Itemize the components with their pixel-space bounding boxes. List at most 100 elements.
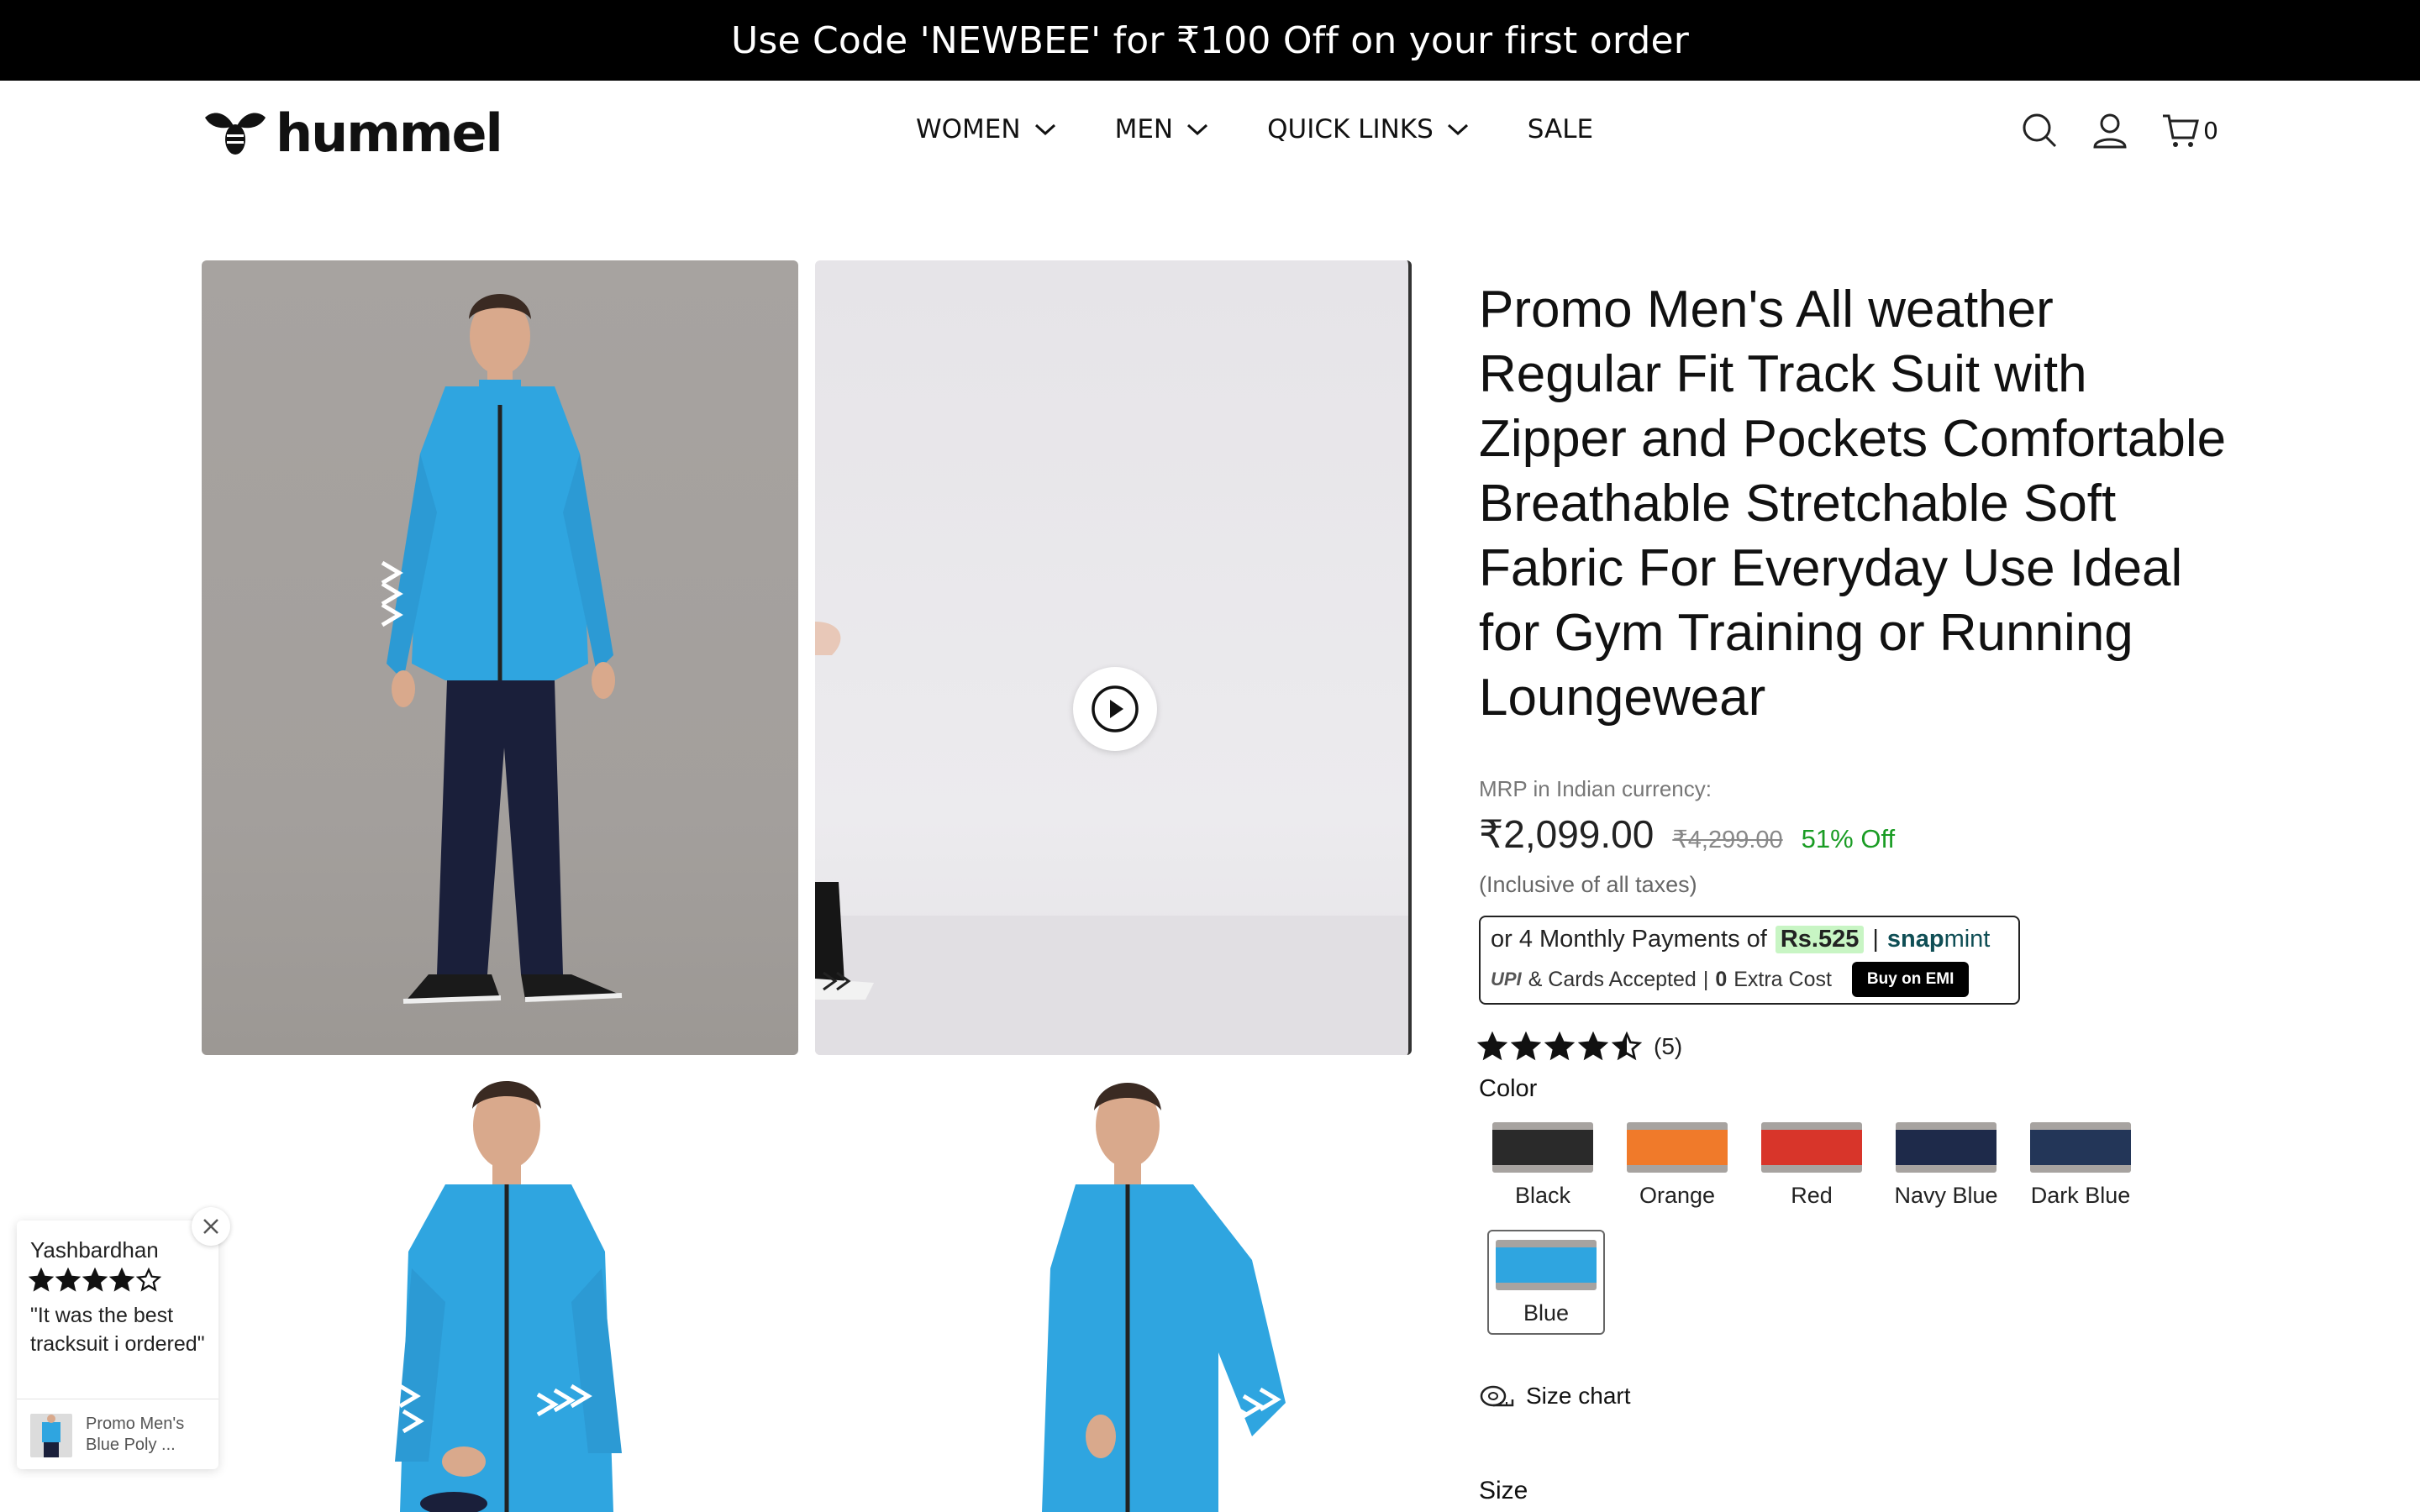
review-stars	[29, 1268, 161, 1293]
color-swatch-label: Navy Blue	[1894, 1183, 1998, 1208]
snapmint-logo-light: mint	[1944, 926, 1991, 953]
emi-amount: Rs.525	[1775, 926, 1865, 953]
emi-row-payments: or 4 Monthly Payments of Rs.525 | snapmi…	[1491, 926, 2008, 953]
price-row: ₹2,099.00 ₹4,299.00 51% Off	[1479, 811, 1895, 857]
snapmint-logo-bold: snap	[1886, 926, 1944, 953]
upi-logo: UPI	[1491, 969, 1522, 990]
size-chart-link[interactable]: Size chart	[1479, 1381, 1631, 1411]
emi-widget[interactable]: or 4 Monthly Payments of Rs.525 | snapmi…	[1479, 916, 2020, 1005]
star-icon	[1511, 1032, 1541, 1061]
size-label: Size	[1479, 1477, 1528, 1504]
color-swatch-navy-blue[interactable]: Navy Blue	[1887, 1122, 2005, 1209]
product-image-front[interactable]	[202, 260, 798, 1055]
product-title: Promo Men's All weather Regular Fit Trac…	[1479, 281, 2227, 727]
emi-row-methods: UPI & Cards Accepted | 0 Extra Cost Buy …	[1491, 962, 2008, 997]
tape-measure-icon	[1480, 1385, 1514, 1407]
star-icon	[109, 1268, 134, 1292]
nav-quick-links-label: QUICK LINKS	[1267, 114, 1434, 144]
star-icon	[55, 1268, 81, 1292]
nav-women[interactable]: WOMEN	[916, 114, 1056, 144]
star-half-icon	[1612, 1032, 1642, 1061]
emi-cost-text: Extra Cost	[1733, 967, 1832, 991]
color-swatch-label: Dark Blue	[2030, 1183, 2131, 1208]
review-thumb-figure	[42, 1415, 60, 1457]
sale-price: ₹2,099.00	[1479, 812, 1655, 856]
mrp-label: MRP in Indian currency:	[1479, 776, 1712, 801]
model-jacket-figure	[395, 1081, 622, 1512]
product-rating[interactable]: (5)	[1477, 1032, 1682, 1062]
color-swatch-thumb	[1761, 1122, 1862, 1173]
review-text: "It was the best tracksuit i ordered"	[30, 1304, 205, 1356]
chevron-down-icon	[1447, 123, 1468, 136]
discount-badge: 51% Off	[1801, 824, 1896, 853]
brand-logo[interactable]: hummel	[202, 102, 503, 164]
cart-icon	[2163, 114, 2200, 147]
star-icon	[82, 1268, 108, 1292]
color-swatch-orange[interactable]: Orange	[1618, 1122, 1736, 1209]
compare-price: ₹4,299.00	[1672, 827, 1783, 853]
header-actions: 0	[2020, 111, 2218, 150]
emi-separator: |	[1872, 926, 1879, 953]
search-icon[interactable]	[2020, 111, 2059, 150]
star-icon	[1544, 1032, 1575, 1061]
nav-men[interactable]: MEN	[1115, 114, 1209, 144]
close-icon	[203, 1219, 218, 1234]
user-icon[interactable]	[2091, 111, 2129, 150]
emi-prefix: or 4 Monthly Payments of	[1491, 926, 1767, 953]
star-icon	[29, 1268, 54, 1292]
product-image-jacket-side[interactable]	[815, 1067, 1412, 1512]
site-header: hummel WOMEN MEN QUICK LINKS SALE 0	[0, 81, 2420, 192]
nav-sale[interactable]: SALE	[1528, 114, 1593, 144]
color-swatch-label: Blue	[1523, 1300, 1570, 1326]
cart-button[interactable]: 0	[2161, 111, 2218, 150]
chevron-down-icon	[1034, 123, 1055, 136]
color-swatch-thumb	[1496, 1240, 1597, 1290]
review-close-button[interactable]	[192, 1207, 230, 1246]
color-swatch-thumb	[2030, 1122, 2131, 1173]
color-swatch-thumb	[1896, 1122, 1996, 1173]
star-icon	[1477, 1032, 1507, 1061]
reviewer-name: Yashbardhan	[30, 1237, 159, 1263]
nav-quick-links[interactable]: QUICK LINKS	[1267, 114, 1469, 144]
nav-women-label: WOMEN	[916, 114, 1021, 144]
review-product-name: Promo Men's Blue Poly ...	[86, 1415, 185, 1454]
snapmint-logo: snapmint	[1887, 926, 1990, 953]
emi-cost-num: 0	[1715, 967, 1728, 991]
emi-separator-2: |	[1702, 967, 1709, 991]
color-swatch-red[interactable]: Red	[1753, 1122, 1870, 1209]
cart-count: 0	[2203, 116, 2218, 144]
announcement-bar: Use Code 'NEWBEE' for ₹100 Off on your f…	[0, 0, 2420, 81]
brand-wordmark: hummel	[276, 102, 503, 164]
product-video[interactable]	[815, 260, 1412, 1055]
nav-men-label: MEN	[1114, 114, 1174, 144]
color-label: Color	[1479, 1075, 1538, 1102]
rating-count: (5)	[1654, 1033, 1683, 1059]
bee-logo-icon	[205, 113, 266, 155]
chevron-down-icon	[1187, 123, 1208, 136]
color-swatch-thumb	[1492, 1122, 1593, 1173]
product-image-jacket-front[interactable]	[202, 1067, 798, 1512]
announcement-text: Use Code 'NEWBEE' for ₹100 Off on your f…	[730, 18, 1690, 62]
star-icon	[1578, 1032, 1608, 1061]
play-icon	[1092, 685, 1139, 732]
size-chart-label: Size chart	[1526, 1383, 1631, 1409]
main-nav: WOMEN MEN QUICK LINKS SALE	[916, 114, 1593, 144]
play-button[interactable]	[1073, 667, 1157, 751]
color-swatch-black[interactable]: Black	[1484, 1122, 1602, 1209]
nav-sale-label: SALE	[1527, 114, 1594, 144]
tax-note: (Inclusive of all taxes)	[1479, 872, 1697, 897]
emi-cards: & Cards Accepted	[1528, 967, 1697, 991]
color-swatch-thumb	[1627, 1122, 1728, 1173]
color-swatch-blue[interactable]: Blue	[1487, 1230, 1605, 1335]
model-front-figure	[381, 294, 623, 1004]
review-popup[interactable]: Yashbardhan "It was the best tracksuit i…	[17, 1207, 230, 1469]
model-side-figure	[1042, 1083, 1286, 1512]
color-swatch-label: Orange	[1639, 1183, 1716, 1208]
color-swatch-label: Black	[1514, 1183, 1571, 1208]
color-swatch-dark-blue[interactable]: Dark Blue	[2022, 1122, 2139, 1209]
video-frame-figure	[815, 622, 1408, 1055]
buy-on-emi-button[interactable]: Buy on EMI	[1851, 962, 1970, 997]
star-empty-icon	[136, 1268, 161, 1292]
review-product-thumb	[30, 1414, 72, 1457]
color-swatch-label: Red	[1791, 1183, 1833, 1208]
